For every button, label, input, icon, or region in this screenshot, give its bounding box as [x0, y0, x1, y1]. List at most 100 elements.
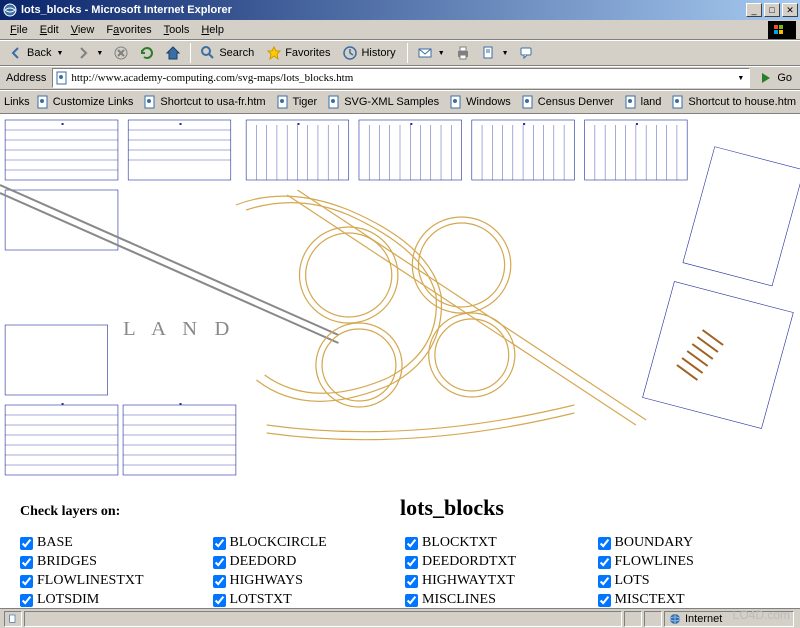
search-icon [200, 45, 216, 61]
content-pane[interactable]: L A N D Check layers on: lots_blocks BAS… [0, 114, 800, 608]
layer-label: LOTS [615, 573, 650, 589]
layer-item[interactable]: BLOCKCIRCLE [213, 535, 396, 551]
links-item[interactable]: Census Denver [517, 93, 618, 111]
layer-checkbox[interactable] [598, 575, 611, 588]
refresh-button[interactable] [135, 42, 159, 64]
layer-checkbox[interactable] [405, 594, 418, 607]
layer-item[interactable]: MISCLINES [405, 592, 588, 608]
back-label: Back [27, 47, 51, 59]
page-icon [36, 95, 50, 109]
links-item[interactable]: Tiger [272, 93, 322, 111]
edit-button[interactable]: ▼ [477, 42, 513, 64]
layer-checkbox[interactable] [598, 594, 611, 607]
svg-map[interactable]: L A N D [0, 115, 800, 485]
layer-checkbox[interactable] [20, 575, 33, 588]
links-item[interactable]: Shortcut to usa-fr.htm [139, 93, 269, 111]
page-icon [143, 95, 157, 109]
layer-checkbox[interactable] [213, 594, 226, 607]
history-label: History [361, 47, 395, 59]
layer-item[interactable]: BRIDGES [20, 554, 203, 570]
print-button[interactable] [451, 42, 475, 64]
favorites-label: Favorites [285, 47, 330, 59]
search-button[interactable]: Search [196, 42, 260, 64]
layer-checkbox[interactable] [405, 556, 418, 569]
layer-checkbox[interactable] [213, 537, 226, 550]
layer-label: LOTSTXT [230, 592, 292, 608]
status-zone: Internet [664, 611, 794, 627]
go-button[interactable]: Go [754, 67, 796, 89]
search-label: Search [219, 47, 254, 59]
menu-edit[interactable]: Edit [34, 22, 65, 38]
layer-item[interactable]: DEEDORD [213, 554, 396, 570]
map-land-label: L A N D [123, 318, 235, 340]
links-item[interactable]: Shortcut to house.html [667, 93, 796, 111]
discuss-button[interactable] [515, 42, 539, 64]
layer-item[interactable]: LOTSDIM [20, 592, 203, 608]
layer-item[interactable]: BOUNDARY [598, 535, 781, 551]
layer-item[interactable]: HIGHWAYTXT [405, 573, 588, 589]
maximize-button[interactable]: □ [764, 3, 780, 17]
back-button[interactable]: Back ▼ [4, 42, 69, 64]
home-button[interactable] [161, 42, 185, 64]
address-input[interactable] [69, 72, 732, 84]
page-icon [671, 95, 685, 109]
stop-icon [113, 45, 129, 61]
menu-help[interactable]: Help [195, 22, 230, 38]
layer-checkbox[interactable] [213, 556, 226, 569]
stop-button[interactable] [109, 42, 133, 64]
forward-button[interactable]: ▼ [71, 42, 107, 64]
layer-label: BOUNDARY [615, 535, 694, 551]
menu-view[interactable]: View [65, 22, 101, 38]
layer-checkbox[interactable] [213, 575, 226, 588]
layer-item[interactable]: FLOWLINESTXT [20, 573, 203, 589]
layer-label: BRIDGES [37, 554, 97, 570]
layer-label: HIGHWAYTXT [422, 573, 515, 589]
layer-checkbox[interactable] [20, 594, 33, 607]
page-icon [276, 95, 290, 109]
layers-grid: BASE BLOCKCIRCLE BLOCKTXT BOUNDARY BRIDGES DE… [20, 535, 780, 608]
history-button[interactable]: History [338, 42, 401, 64]
layer-item[interactable]: LOTSTXT [213, 592, 396, 608]
links-item-label: land [641, 96, 662, 108]
layer-item[interactable]: FLOWLINES [598, 554, 781, 570]
status-zone-label: Internet [685, 613, 722, 625]
minimize-button[interactable]: _ [746, 3, 762, 17]
layer-item[interactable]: BASE [20, 535, 203, 551]
page-icon [449, 95, 463, 109]
layer-label: MISCLINES [422, 592, 496, 608]
address-box[interactable]: ▼ [52, 68, 750, 88]
layer-label: DEEDORDTXT [422, 554, 516, 570]
menu-tools[interactable]: Tools [158, 22, 196, 38]
links-item-label: Shortcut to house.html [688, 96, 796, 108]
layer-checkbox[interactable] [20, 556, 33, 569]
layer-checkbox[interactable] [405, 537, 418, 550]
layer-item[interactable]: DEEDORDTXT [405, 554, 588, 570]
menu-file[interactable]: File [4, 22, 34, 38]
links-item-label: Windows [466, 96, 511, 108]
mail-button[interactable]: ▼ [413, 42, 449, 64]
layer-checkbox[interactable] [405, 575, 418, 588]
layer-item[interactable]: MISCTEXT [598, 592, 781, 608]
go-icon [758, 70, 774, 86]
layer-item[interactable]: HIGHWAYS [213, 573, 396, 589]
links-item[interactable]: SVG-XML Samples [323, 93, 443, 111]
links-item[interactable]: Windows [445, 93, 515, 111]
chevron-down-icon[interactable]: ▼ [734, 75, 747, 82]
links-item[interactable]: land [620, 93, 666, 111]
links-item[interactable]: Customize Links [32, 93, 138, 111]
links-item-label: SVG-XML Samples [344, 96, 439, 108]
favorites-button[interactable]: Favorites [262, 42, 336, 64]
page-icon [327, 95, 341, 109]
status-pane-3 [644, 611, 662, 627]
layer-checkbox[interactable] [598, 537, 611, 550]
history-icon [342, 45, 358, 61]
layer-checkbox[interactable] [598, 556, 611, 569]
close-button[interactable]: ✕ [782, 3, 798, 17]
address-bar: Address ▼ Go [0, 66, 800, 90]
status-page-icon [4, 611, 22, 627]
layer-item[interactable]: BLOCKTXT [405, 535, 588, 551]
layer-checkbox[interactable] [20, 537, 33, 550]
layer-label: HIGHWAYS [230, 573, 303, 589]
layer-item[interactable]: LOTS [598, 573, 781, 589]
menu-favorites[interactable]: Favorites [100, 22, 157, 38]
